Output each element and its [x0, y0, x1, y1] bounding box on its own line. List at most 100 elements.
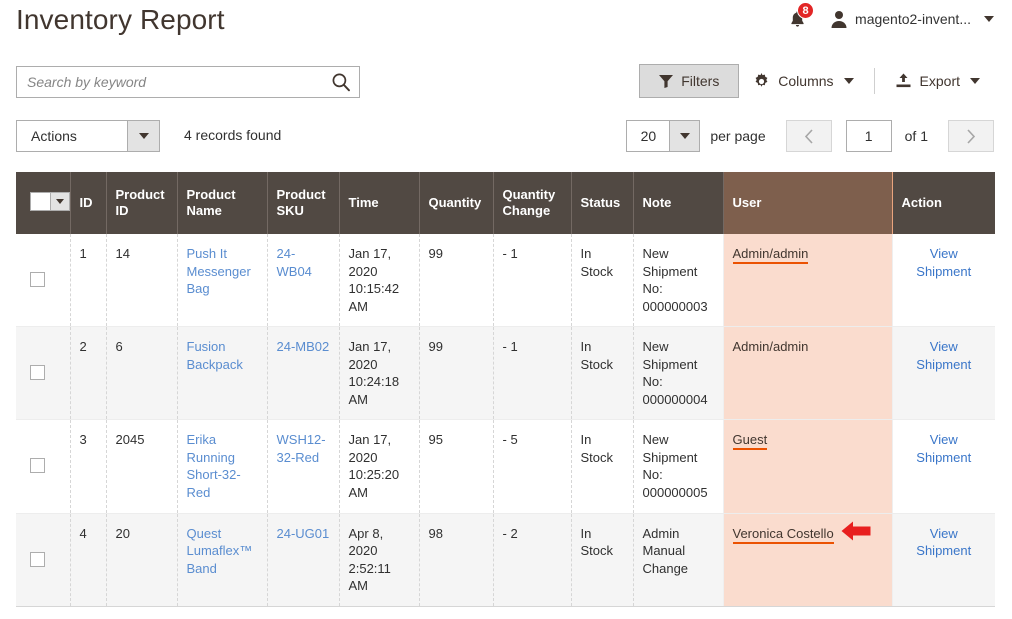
- upload-icon: [896, 73, 911, 88]
- cell-product-name: Push It Messenger Bag: [177, 234, 268, 328]
- row-select-cell[interactable]: [16, 419, 71, 514]
- cell-product-id: 14: [106, 234, 178, 328]
- column-header-note[interactable]: Note: [633, 172, 724, 234]
- records-found-label: 4 records found: [184, 127, 282, 143]
- chevron-down-icon: [138, 133, 149, 139]
- column-header-time[interactable]: Time: [339, 172, 420, 234]
- cell-action: View Shipment: [892, 513, 995, 607]
- per-page-value: 20: [640, 128, 657, 144]
- view-shipment-link[interactable]: View Shipment: [902, 338, 987, 373]
- table-row[interactable]: 1 14 Push It Messenger Bag 24-WB04 Jan 1…: [16, 234, 995, 328]
- row-checkbox[interactable]: [30, 458, 45, 474]
- user-link[interactable]: Guest: [732, 432, 768, 451]
- inventory-report-page: Inventory Report 8 magento2-invent... Se…: [0, 0, 1012, 619]
- column-header-user[interactable]: User: [722, 172, 893, 234]
- column-header-product-sku[interactable]: Product SKU: [267, 172, 340, 234]
- row-checkbox[interactable]: [30, 365, 45, 381]
- product-sku-link[interactable]: 24-MB02: [277, 339, 330, 354]
- search-button[interactable]: [323, 67, 359, 97]
- user-account-menu[interactable]: magento2-invent...: [830, 10, 994, 29]
- search-input[interactable]: [17, 67, 323, 97]
- cell-status: In Stock: [571, 513, 634, 607]
- actions-label: Actions: [31, 128, 77, 144]
- mass-actions: Actions: [16, 120, 160, 152]
- cell-product-sku: 24-WB04: [267, 234, 340, 328]
- cell-quantity-change: - 2: [493, 513, 572, 607]
- admin-header-actions: 8 magento2-invent...: [782, 2, 994, 33]
- product-name-link[interactable]: Push It Messenger Bag: [187, 246, 251, 296]
- product-name-link[interactable]: Erika Running Short-32-Red: [187, 432, 241, 500]
- column-header-quantity[interactable]: Quantity: [419, 172, 494, 234]
- current-page-input[interactable]: [845, 120, 892, 152]
- product-sku-link[interactable]: WSH12-32-Red: [277, 432, 326, 465]
- chevron-down-icon: [679, 133, 690, 139]
- column-header-id[interactable]: ID: [70, 172, 107, 234]
- product-name-link[interactable]: Fusion Backpack: [187, 339, 243, 372]
- column-header-product-name[interactable]: Product Name: [177, 172, 268, 234]
- cell-status: In Stock: [571, 234, 634, 328]
- row-select-cell[interactable]: [16, 513, 71, 607]
- cell-id: 4: [70, 513, 107, 607]
- per-page-select[interactable]: 20: [626, 120, 701, 152]
- cell-quantity-change: - 1: [493, 326, 572, 421]
- chevron-right-icon: [967, 128, 976, 144]
- cell-user: Guest: [722, 419, 893, 514]
- row-select-cell[interactable]: [16, 234, 71, 328]
- next-page-button[interactable]: [948, 120, 994, 152]
- actions-select[interactable]: Actions: [16, 120, 160, 152]
- cell-note: New Shipment No: 000000005: [633, 419, 724, 514]
- cell-time: Jan 17, 2020 10:25:20 AM: [339, 419, 420, 514]
- product-name-link[interactable]: Quest Lumaflex™ Band: [187, 526, 253, 576]
- table-body: 1 14 Push It Messenger Bag 24-WB04 Jan 1…: [16, 234, 995, 607]
- export-button[interactable]: Export: [881, 64, 994, 98]
- filters-label: Filters: [681, 73, 720, 89]
- column-header-product-id[interactable]: Product ID: [106, 172, 178, 234]
- funnel-icon: [659, 74, 674, 88]
- cell-status: In Stock: [571, 326, 634, 421]
- grid-toolbar: Filters Columns Export: [639, 64, 994, 98]
- cell-product-sku: 24-MB02: [267, 326, 340, 421]
- column-header-action[interactable]: Action: [892, 172, 995, 234]
- cell-status: In Stock: [571, 419, 634, 514]
- user-label[interactable]: Admin/admin: [733, 339, 809, 354]
- view-shipment-link[interactable]: View Shipment: [902, 245, 987, 280]
- cell-id: 2: [70, 326, 107, 421]
- column-header-status[interactable]: Status: [571, 172, 634, 234]
- cell-action: View Shipment: [892, 419, 995, 514]
- view-shipment-link[interactable]: View Shipment: [902, 431, 987, 466]
- checkbox-dropdown-icon[interactable]: [30, 191, 70, 211]
- cell-product-sku: WSH12-32-Red: [267, 419, 340, 514]
- table-row[interactable]: 2 6 Fusion Backpack 24-MB02 Jan 17, 2020…: [16, 326, 995, 421]
- columns-button[interactable]: Columns: [739, 64, 867, 98]
- cell-quantity-change: - 1: [493, 234, 572, 328]
- cell-user: Admin/admin: [722, 326, 893, 421]
- column-header-quantity-change[interactable]: Quantity Change: [493, 172, 572, 234]
- filters-button[interactable]: Filters: [639, 64, 740, 98]
- columns-label: Columns: [778, 73, 834, 89]
- table-row[interactable]: 4 20 Quest Lumaflex™ Band 24-UG01 Apr 8,…: [16, 513, 995, 607]
- per-page-dropdown-arrow[interactable]: [669, 121, 700, 151]
- row-select-cell[interactable]: [16, 326, 71, 421]
- product-sku-link[interactable]: 24-WB04: [277, 246, 312, 279]
- cell-quantity-change: - 5: [493, 419, 572, 514]
- cell-product-name: Erika Running Short-32-Red: [177, 419, 268, 514]
- product-sku-link[interactable]: 24-UG01: [277, 526, 330, 541]
- notification-badge: 8: [797, 2, 815, 19]
- cell-id: 1: [70, 234, 107, 328]
- view-shipment-link[interactable]: View Shipment: [902, 525, 987, 560]
- inventory-report-table: ID Product ID Product Name Product SKU T…: [16, 172, 995, 607]
- cell-product-id: 6: [106, 326, 178, 421]
- user-link[interactable]: Veronica Costello: [732, 525, 834, 544]
- row-checkbox[interactable]: [30, 272, 45, 287]
- notifications-button[interactable]: 8: [782, 2, 815, 32]
- previous-page-button[interactable]: [785, 120, 832, 152]
- cell-note: Admin Manual Change: [633, 513, 724, 607]
- cell-quantity: 95: [419, 419, 494, 514]
- select-all-header[interactable]: [16, 172, 71, 234]
- cell-user: Admin/admin: [722, 234, 893, 328]
- row-checkbox[interactable]: [30, 551, 45, 567]
- table-row[interactable]: 3 2045 Erika Running Short-32-Red WSH12-…: [16, 419, 995, 514]
- user-link[interactable]: Admin/admin: [732, 246, 809, 264]
- actions-dropdown-arrow[interactable]: [127, 121, 159, 151]
- cell-quantity: 99: [419, 326, 494, 421]
